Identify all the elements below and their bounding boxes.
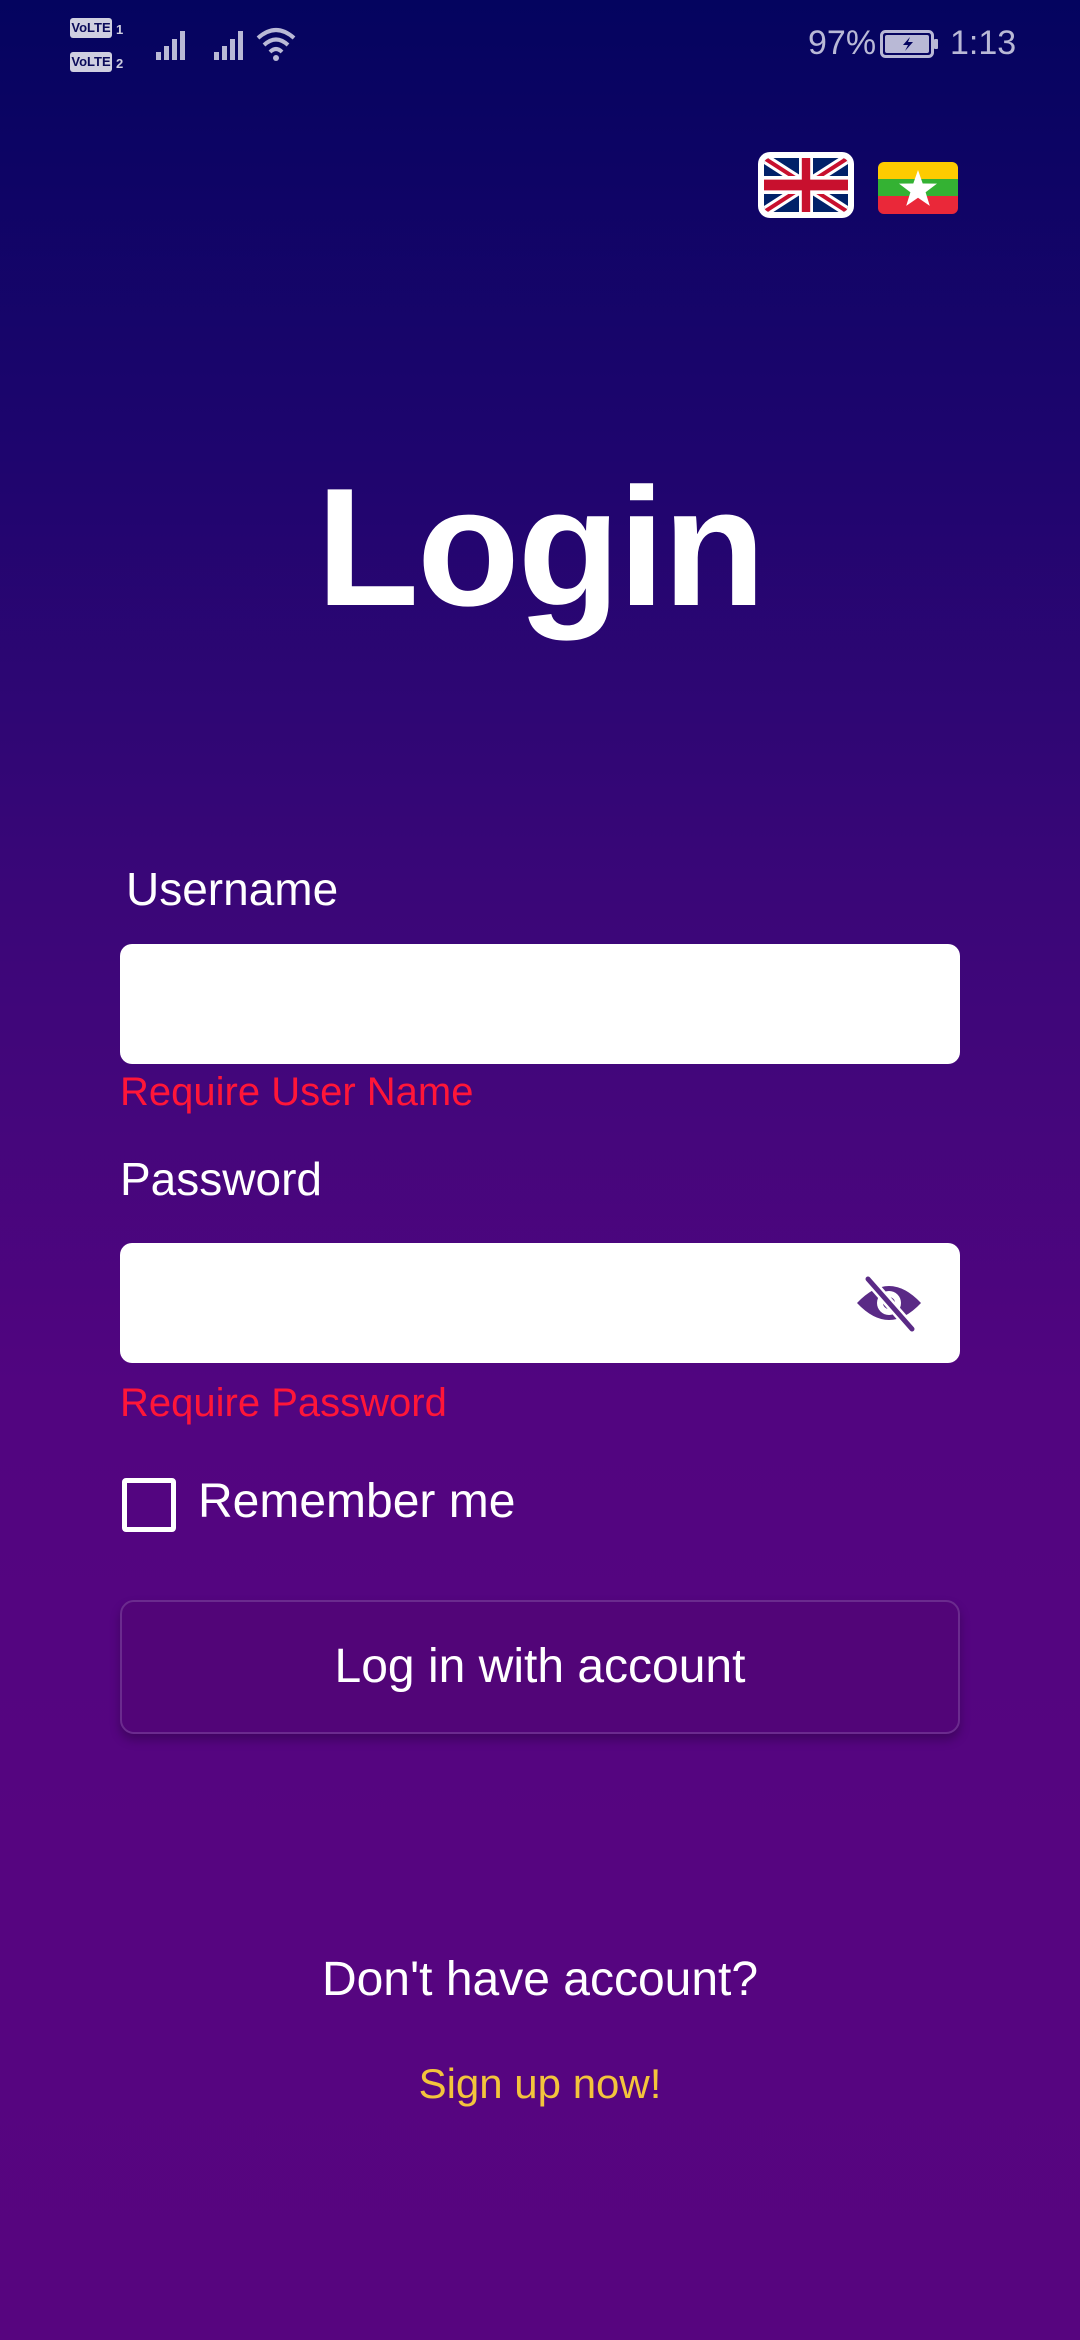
clock: 1:13 — [950, 24, 1017, 62]
login-screen: VoLTE 1 VoLTE 2 97% 1:13 Login Username … — [0, 0, 1080, 2340]
battery-charging-icon — [880, 30, 938, 58]
password-input[interactable] — [120, 1243, 960, 1363]
sim1-number: 1 — [116, 22, 124, 37]
username-label: Username — [126, 863, 339, 915]
username-error: Require User Name — [120, 1070, 474, 1114]
eye-off-icon[interactable] — [854, 1273, 924, 1333]
password-label: Password — [120, 1153, 322, 1205]
remember-me-checkbox[interactable] — [122, 1478, 176, 1532]
sign-up-link[interactable]: Sign up now! — [0, 2060, 1080, 2108]
password-field-container — [120, 1243, 960, 1363]
page-title: Login — [316, 453, 765, 641]
wifi-icon — [256, 28, 296, 61]
password-error: Require Password — [120, 1381, 447, 1425]
username-field-container — [120, 944, 960, 1064]
english-flag-icon — [764, 158, 848, 212]
english-language-button[interactable] — [758, 152, 854, 218]
volte-badge-sim2: VoLTE — [70, 52, 112, 72]
volte-badge-sim1: VoLTE — [70, 18, 112, 38]
signal-icon — [214, 31, 243, 60]
volte-indicators: VoLTE 1 VoLTE 2 — [70, 16, 132, 76]
remember-me-label[interactable]: Remember me — [198, 1474, 515, 1529]
myanmar-language-button[interactable] — [878, 162, 958, 214]
sim2-number: 2 — [116, 56, 124, 71]
login-button[interactable]: Log in with account — [120, 1600, 960, 1734]
no-account-prompt: Don't have account? — [321, 1953, 759, 2006]
myanmar-flag-icon — [878, 162, 958, 214]
username-input[interactable] — [120, 944, 960, 1064]
status-bar: VoLTE 1 VoLTE 2 97% 1:13 — [0, 0, 1080, 92]
signal-icon — [156, 31, 185, 60]
battery-percent: 97% — [808, 24, 877, 62]
